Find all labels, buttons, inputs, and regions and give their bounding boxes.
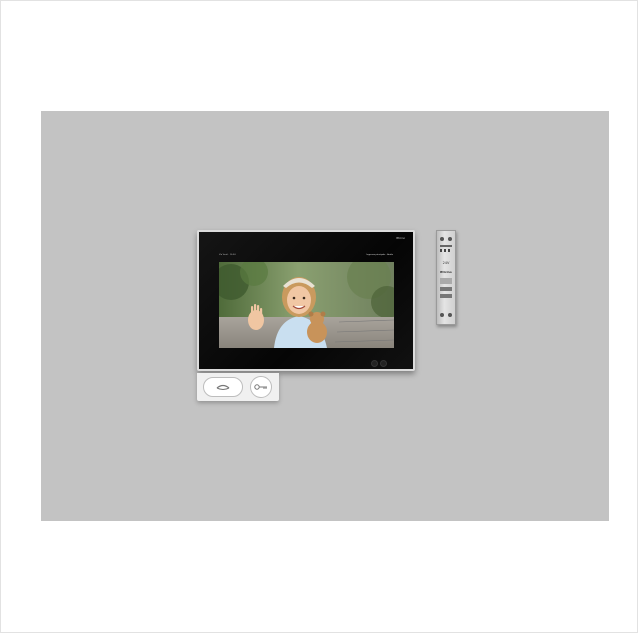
photo-panel: Bticino Via Verdi · 10:34 Ingresso princ… (41, 111, 609, 521)
key-icon (254, 384, 267, 390)
proximity-sensor (371, 360, 378, 367)
din-rail-power-module: 24V Bticino (436, 230, 456, 325)
status-left-text: Via Verdi · 10:34 (219, 254, 236, 256)
button-strip (197, 373, 279, 401)
video-scene (219, 262, 394, 348)
door-release-button[interactable] (250, 376, 272, 398)
din-voltage-label: 24V (442, 261, 450, 265)
video-feed (219, 262, 394, 348)
status-right-text: Ingresso principale · Audio (366, 254, 393, 256)
camera-lens (380, 360, 387, 367)
intercom-monitor: Bticino Via Verdi · 10:34 Ingresso princ… (197, 230, 415, 371)
screen-status-bar: Via Verdi · 10:34 Ingresso principale · … (219, 251, 393, 259)
talk-button[interactable] (203, 377, 243, 397)
handset-icon (216, 384, 230, 390)
din-brand-label: Bticino (440, 270, 452, 274)
monitor-glass: Bticino Via Verdi · 10:34 Ingresso princ… (199, 232, 413, 369)
din-terminals (440, 237, 452, 317)
monitor-brand: Bticino (396, 237, 405, 240)
